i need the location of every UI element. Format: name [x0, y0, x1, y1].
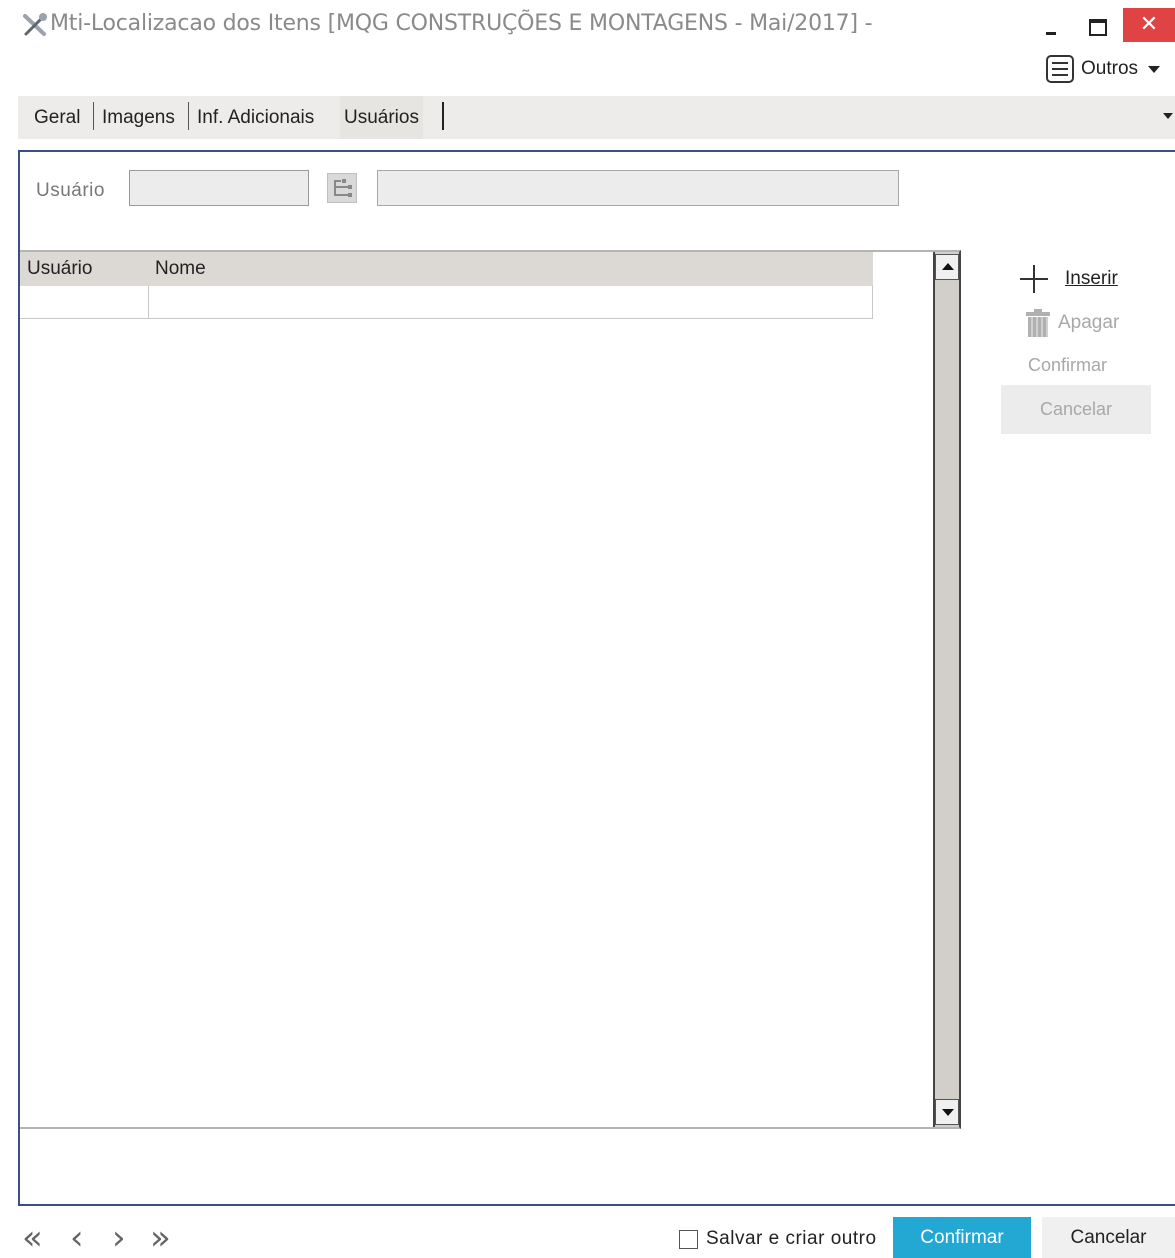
previous-record-icon[interactable]: ‹ — [70, 1218, 84, 1258]
usuario-filter-label: Usuário — [36, 180, 105, 201]
tab-geral[interactable]: Geral — [30, 96, 84, 139]
confirmar-side-button[interactable]: Confirmar — [1028, 355, 1107, 376]
next-record-icon[interactable]: › — [112, 1218, 126, 1258]
scroll-up-icon[interactable] — [935, 254, 959, 280]
first-record-icon[interactable]: « — [22, 1218, 43, 1258]
app-tools-icon — [23, 13, 47, 36]
outros-menu-button[interactable]: Outros — [1046, 54, 1161, 84]
tab-imagens[interactable]: Imagens — [98, 96, 179, 139]
usuario-code-input[interactable] — [129, 170, 309, 206]
usuarios-grid[interactable]: Usuário Nome — [20, 250, 961, 1129]
apagar-button[interactable]: Apagar — [1026, 306, 1119, 340]
save-and-new-label[interactable]: Salvar e criar outro — [706, 1228, 877, 1250]
tab-divider — [442, 102, 444, 130]
apagar-label: Apagar — [1058, 312, 1120, 333]
table-row[interactable] — [20, 286, 873, 319]
window-title: Mti-Localizacao dos Itens [MQG CONSTRUÇÕ… — [50, 11, 873, 36]
confirm-button[interactable]: Confirmar — [893, 1217, 1031, 1258]
trash-icon — [1026, 309, 1050, 337]
list-menu-icon — [1046, 55, 1074, 83]
tab-inf-adicionais[interactable]: Inf. Adicionais — [193, 96, 318, 139]
grid-header: Usuário Nome — [20, 252, 873, 286]
vertical-scrollbar[interactable] — [933, 252, 959, 1127]
inserir-label: Inserir — [1065, 268, 1118, 289]
scroll-down-icon[interactable] — [935, 1099, 959, 1125]
usuario-name-input[interactable] — [377, 170, 899, 206]
outros-label: Outros — [1081, 58, 1139, 79]
column-header-nome[interactable]: Nome — [155, 258, 206, 280]
inserir-button[interactable]: Inserir — [1020, 262, 1118, 296]
minimize-icon[interactable] — [1040, 8, 1064, 38]
chevron-down-icon — [1148, 65, 1161, 73]
column-header-usuario[interactable]: Usuário — [27, 258, 92, 280]
tab-bar: Geral Imagens Inf. Adicionais Usuários — [18, 96, 1175, 139]
save-and-new-checkbox[interactable] — [679, 1230, 698, 1249]
maximize-icon[interactable] — [1084, 14, 1108, 38]
lookup-tree-icon[interactable] — [327, 173, 357, 203]
tab-divider — [93, 102, 94, 130]
plus-icon — [1020, 265, 1048, 293]
tab-usuarios[interactable]: Usuários — [340, 96, 423, 139]
chevron-down-icon[interactable] — [1163, 113, 1173, 119]
title-bar: Mti-Localizacao dos Itens [MQG CONSTRUÇÕ… — [0, 0, 1175, 50]
close-icon[interactable]: ✕ — [1123, 8, 1175, 42]
cancel-button[interactable]: Cancelar — [1042, 1217, 1175, 1258]
tab-divider — [188, 102, 189, 130]
cancelar-side-button[interactable]: Cancelar — [1001, 385, 1151, 434]
cell-divider — [148, 286, 149, 319]
last-record-icon[interactable]: » — [150, 1218, 171, 1258]
